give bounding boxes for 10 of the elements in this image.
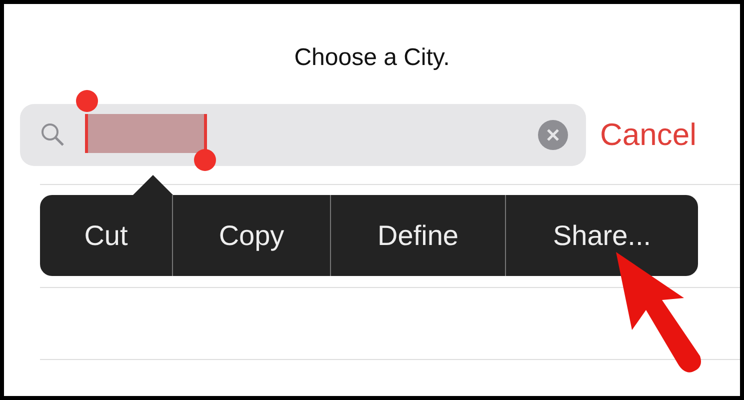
- selection-handle[interactable]: [76, 90, 98, 112]
- search-icon: [40, 122, 66, 148]
- menu-item[interactable]: Cut: [40, 195, 172, 276]
- menu-item[interactable]: Copy: [172, 195, 330, 276]
- menu-item[interactable]: Define: [330, 195, 505, 276]
- screen-title: Choose a City.: [293, 44, 451, 73]
- text-selection[interactable]: [85, 114, 207, 153]
- clear-icon[interactable]: [538, 120, 568, 150]
- selection-handle[interactable]: [194, 149, 216, 171]
- cancel-button[interactable]: Cancel: [600, 117, 696, 153]
